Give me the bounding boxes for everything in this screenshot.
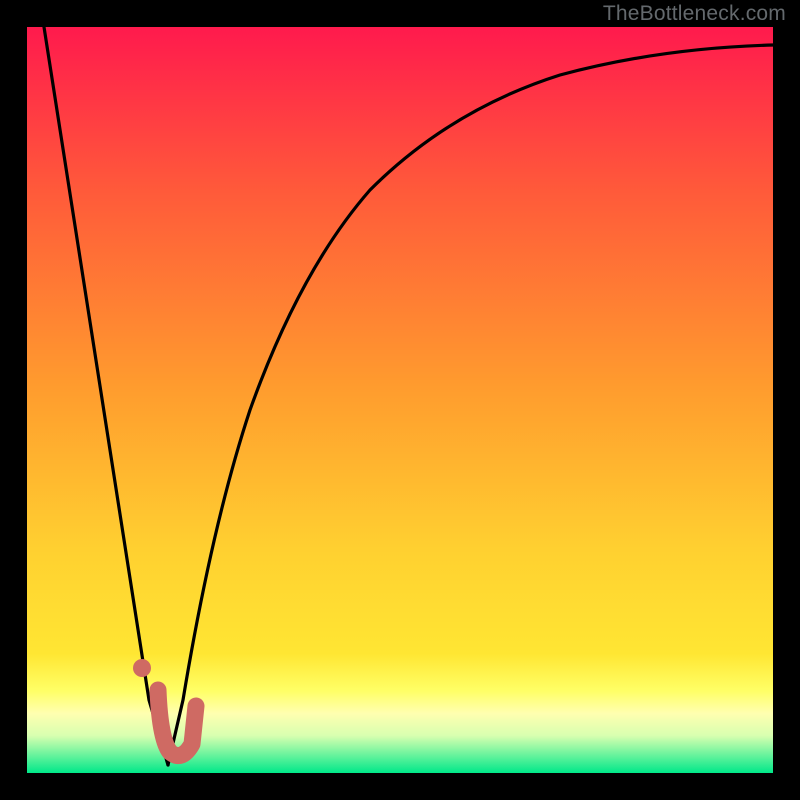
chart-svg xyxy=(0,0,800,800)
attribution-text: TheBottleneck.com xyxy=(603,2,786,26)
chart-stage: TheBottleneck.com xyxy=(0,0,800,800)
marker-dot xyxy=(133,659,151,677)
